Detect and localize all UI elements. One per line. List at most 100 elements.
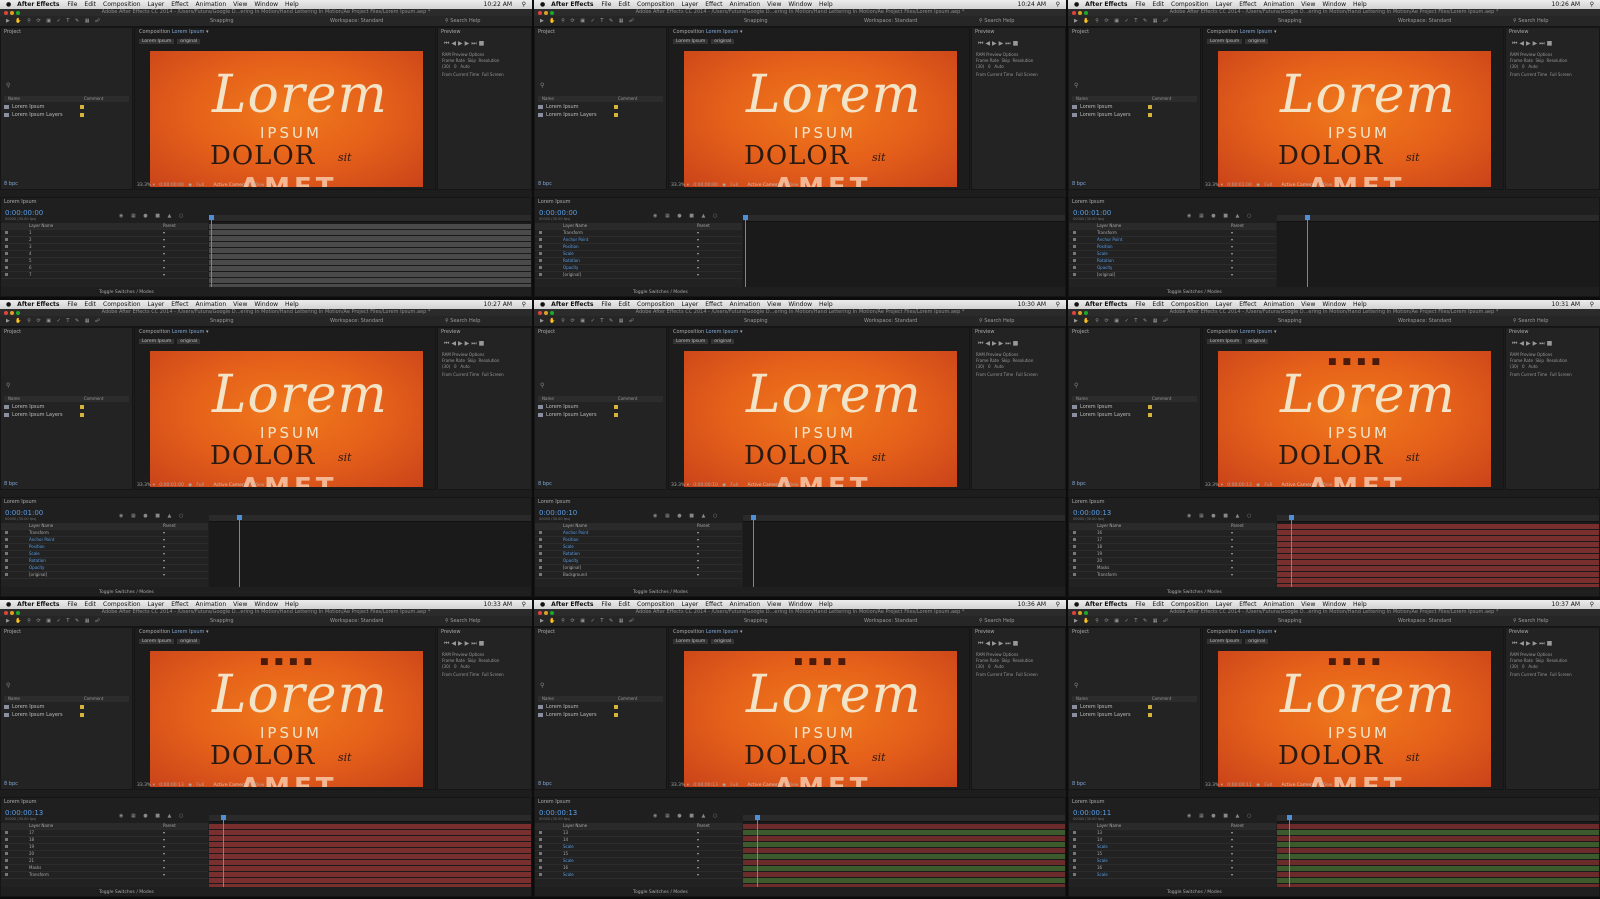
layer-row[interactable]: 16 ▾ xyxy=(1069,865,1276,872)
zoom-select[interactable]: 33.3% xyxy=(671,183,685,188)
layer-track[interactable] xyxy=(209,260,531,265)
bit-depth[interactable]: 8 bpc xyxy=(4,781,18,787)
project-panel[interactable]: Project ⚲ Name Comment Lorem Ipsum Lorem … xyxy=(1068,327,1201,490)
layer-row[interactable]: 7 ▾ xyxy=(1,272,208,279)
ram-preview-options[interactable]: RAM Preview Options xyxy=(442,52,484,57)
parent-select[interactable]: ▾ xyxy=(1231,258,1233,264)
layer-row[interactable]: 18 ▾ xyxy=(1069,544,1276,551)
menu-edit[interactable]: Edit xyxy=(1152,1,1164,8)
comp-viewer-footer[interactable]: 33.3% ▾ 0:00:00:13 ◉ Full Active Camera … xyxy=(1205,483,1332,488)
visibility-toggle[interactable] xyxy=(5,545,8,548)
visibility-toggle[interactable] xyxy=(5,873,8,876)
menu-layer[interactable]: Layer xyxy=(1216,301,1233,308)
layer-name[interactable]: Scale xyxy=(1097,844,1108,850)
preview-tab[interactable]: Preview xyxy=(1509,629,1528,635)
workspace-select[interactable]: Workspace: Standard xyxy=(864,616,917,626)
visibility-toggle[interactable] xyxy=(1073,531,1076,534)
layer-row[interactable]: [original] ▾ xyxy=(535,565,742,572)
toggle-switches-modes[interactable]: Toggle Switches / Modes xyxy=(99,890,154,895)
layer-name[interactable]: Position xyxy=(29,544,45,550)
preview-tab[interactable]: Preview xyxy=(975,29,994,35)
layer-name[interactable]: 20 xyxy=(1097,558,1102,564)
layer-track[interactable] xyxy=(209,824,531,829)
menu-effect[interactable]: Effect xyxy=(705,601,722,608)
tool-icons[interactable]: ▶ ✋ ⚲ ⟳ ▣ ✓ T ✎ ▦ ☍ xyxy=(540,318,636,324)
layer-name[interactable]: Scale xyxy=(563,544,574,550)
layer-track[interactable] xyxy=(209,872,531,877)
spotlight-icon[interactable]: ⚲ xyxy=(522,600,526,609)
layer-track[interactable] xyxy=(743,254,1065,259)
menu-window[interactable]: Window xyxy=(788,601,812,608)
comp-viewer-footer[interactable]: 33.3% ▾ 0:00:01:00 ◉ Full Active Camera … xyxy=(1205,183,1332,188)
comp-viewer-canvas[interactable]: Lorem IPSUM DOLOR sit AMET xyxy=(684,51,957,187)
menu-window[interactable]: Window xyxy=(788,1,812,8)
layer-track[interactable] xyxy=(743,236,1065,241)
ram-preview-options[interactable]: RAM Preview Options xyxy=(1510,52,1552,57)
layer-name[interactable]: Rotation xyxy=(29,558,46,564)
camera-icon[interactable]: ◉ xyxy=(1256,483,1260,488)
visibility-toggle[interactable] xyxy=(5,259,8,262)
layer-track[interactable] xyxy=(209,254,531,259)
resolution-select[interactable]: Full xyxy=(1264,783,1272,788)
parent-select[interactable]: ▾ xyxy=(1231,544,1233,550)
layer-name[interactable]: Masks xyxy=(1097,565,1109,571)
layer-track[interactable] xyxy=(209,554,531,559)
playhead[interactable] xyxy=(1307,215,1308,287)
comp-viewer-canvas[interactable]: Lorem IPSUM DOLOR sit AMET xyxy=(1218,51,1491,187)
layer-list[interactable]: Layer Name Parent 13 ▾ 14 ▾ Scale ▾ 15 ▾… xyxy=(1069,823,1276,887)
layer-track[interactable] xyxy=(1277,260,1599,265)
comp-breadcrumb[interactable]: Lorem Ipsum original xyxy=(139,39,203,44)
visibility-toggle[interactable] xyxy=(1073,259,1076,262)
project-panel[interactable]: Project ⚲ Name Comment Lorem Ipsum Lorem … xyxy=(1068,27,1201,190)
current-time[interactable]: 0:00:00:11 xyxy=(1227,783,1252,788)
layer-name[interactable]: Scale xyxy=(563,872,574,878)
layer-row[interactable]: Position ▾ xyxy=(535,244,742,251)
timeline-current-time[interactable]: 0:00:00:00 xyxy=(5,209,43,217)
layer-track[interactable] xyxy=(209,536,531,541)
project-tab[interactable]: Project xyxy=(1072,29,1089,35)
zoom-select[interactable]: 33.3% xyxy=(137,183,151,188)
layer-row[interactable]: 16 ▾ xyxy=(1069,530,1276,537)
snapping-toggle[interactable]: Snapping xyxy=(1278,616,1302,626)
menu-file[interactable]: File xyxy=(601,601,611,608)
layer-track[interactable] xyxy=(1277,830,1599,835)
time-ruler[interactable] xyxy=(743,215,1065,222)
spotlight-icon[interactable]: ⚲ xyxy=(1056,600,1060,609)
preview-tab[interactable]: Preview xyxy=(441,29,460,35)
menu-file[interactable]: File xyxy=(67,601,77,608)
menu-effect[interactable]: Effect xyxy=(1239,1,1256,8)
parent-select[interactable]: ▾ xyxy=(1231,844,1233,850)
parent-select[interactable]: ▾ xyxy=(1231,872,1233,878)
project-search-icon[interactable]: ⚲ xyxy=(6,82,10,89)
project-tab[interactable]: Project xyxy=(4,329,21,335)
layer-track[interactable] xyxy=(1277,866,1599,871)
menu-animation[interactable]: Animation xyxy=(730,601,761,608)
tool-icons[interactable]: ▶ ✋ ⚲ ⟳ ▣ ✓ T ✎ ▦ ☍ xyxy=(6,618,102,624)
camera-icon[interactable]: ◉ xyxy=(1256,183,1260,188)
timeline-graph[interactable] xyxy=(209,515,531,587)
composition-tab[interactable]: Composition Lorem Ipsum ▾ xyxy=(673,329,742,335)
layer-track[interactable] xyxy=(1277,278,1599,283)
parent-select[interactable]: ▾ xyxy=(1231,551,1233,557)
toggle-switches-modes[interactable]: Toggle Switches / Modes xyxy=(633,890,688,895)
parent-select[interactable]: ▾ xyxy=(163,851,165,857)
menu-composition[interactable]: Composition xyxy=(637,1,674,8)
snapping-toggle[interactable]: Snapping xyxy=(744,316,768,326)
visibility-toggle[interactable] xyxy=(5,231,8,234)
playhead[interactable] xyxy=(745,215,746,287)
parent-select[interactable]: ▾ xyxy=(163,830,165,836)
project-search-icon[interactable]: ⚲ xyxy=(6,682,10,689)
composition-tab[interactable]: Composition Lorem Ipsum ▾ xyxy=(139,29,208,35)
parent-select[interactable]: ▾ xyxy=(697,565,699,571)
layer-track[interactable] xyxy=(209,548,531,553)
playhead[interactable] xyxy=(211,215,212,287)
project-search-icon[interactable]: ⚲ xyxy=(1074,82,1078,89)
layer-name[interactable]: Rotation xyxy=(1097,258,1114,264)
layer-row[interactable]: Opacity ▾ xyxy=(1069,265,1276,272)
layer-track[interactable] xyxy=(209,830,531,835)
layer-row[interactable]: Anchor Point ▾ xyxy=(535,530,742,537)
parent-select[interactable]: ▾ xyxy=(697,544,699,550)
visibility-toggle[interactable] xyxy=(1073,873,1076,876)
camera-icon[interactable]: ◉ xyxy=(722,483,726,488)
layer-track[interactable] xyxy=(209,542,531,547)
